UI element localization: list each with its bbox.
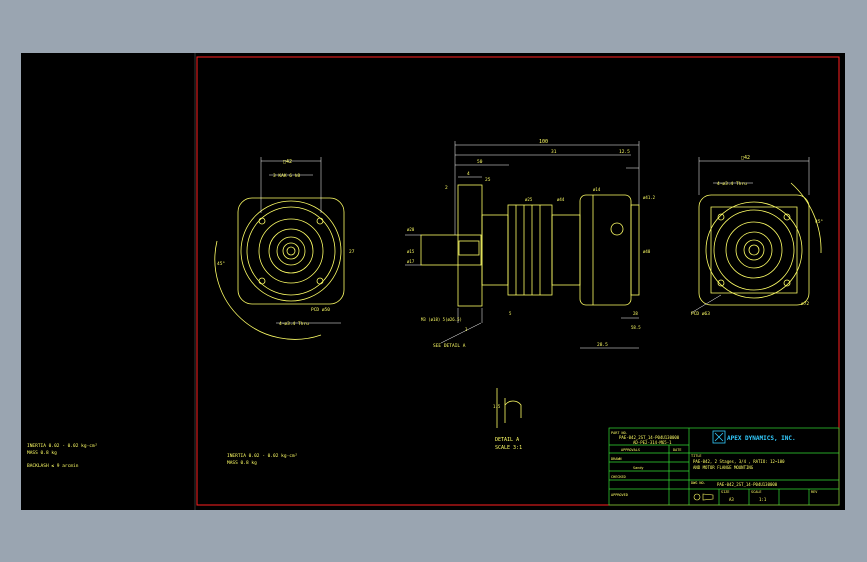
tb-rev-label: REV (811, 490, 818, 494)
side-bottom-dim: 28.5 (597, 342, 608, 348)
left-view-dims (260, 157, 341, 324)
tb-scale: 1:1 (759, 497, 767, 502)
tb-title-1: PAE-042, 2 Stages, 3/4 , RATIO: 12~100 (693, 459, 785, 464)
side-dia-1: ø17 (407, 259, 415, 264)
left-holes: 4-ø3.4 Thru (279, 321, 309, 327)
side-small-3: 58.5 (631, 325, 641, 330)
detail-a (496, 388, 522, 428)
note-left-backlash: BACKLASH ≤ 9 arcmin (27, 463, 79, 469)
tb-approved: APPROVED (611, 493, 628, 497)
left-top-dim: □42 (283, 159, 292, 165)
left-end-view (214, 197, 345, 340)
tb-part-no-2: AD-PE2-314-M65-1 (633, 440, 672, 445)
tb-title-2: AND MOTOR FLANGE MOUNTING (693, 465, 754, 470)
side-dia-4: ø40 (643, 249, 651, 254)
tb-approvals: APPROVALS (621, 448, 640, 452)
note-center-inertia: INERTIA 0.02 - 0.02 kg·cm² (227, 453, 297, 459)
tb-company: APEX DYNAMICS, INC. (727, 435, 796, 442)
side-dia-2: ø20 (407, 227, 415, 232)
tb-dwg-no-label: DWG NO. (691, 481, 706, 485)
left-pcd: PCD ø50 (311, 307, 330, 313)
tb-drawn: DRAWN (611, 457, 622, 461)
tb-dwg-no: PAE-042_2ST_14-P04U130000 (717, 482, 778, 487)
side-dim-4: 25 (485, 177, 491, 183)
tb-drawn-by: Sandy (633, 466, 644, 470)
company-logo-icon (712, 430, 726, 444)
side-small-2: 28 (633, 311, 638, 316)
detail-dim: 1.5 (493, 404, 501, 409)
detail-scale: SCALE 3:1 (495, 445, 522, 451)
tb-title-label: TITLE (691, 454, 702, 458)
side-overall: 100 (539, 139, 548, 145)
right-end-view (698, 182, 822, 306)
tb-size: A3 (729, 497, 734, 502)
left-side-dim: 27 (349, 249, 355, 255)
tb-checked: CHECKED (611, 475, 626, 479)
right-top-dim: □42 (741, 155, 750, 161)
side-view (420, 184, 640, 307)
cad-drawing: □42 3 KAK 6 h8 27 45° PCD ø50 4-ø3.4 Thr… (27, 53, 840, 510)
note-left-mass: MASS 0.8 kg (27, 450, 57, 456)
note-center-mass: MASS 0.8 kg (227, 460, 257, 466)
side-dim-5: 2 (445, 185, 448, 191)
side-small-1: 5 (509, 311, 512, 316)
side-dim-3: 4 (467, 171, 470, 177)
side-dim-1: 12.5 (619, 149, 630, 155)
side-thread: M3 (ø18) 5(ø26.5) (421, 317, 462, 322)
tb-scale-label: SCALE (751, 490, 762, 494)
side-dim-0: 31 (551, 149, 557, 155)
side-dia-6: ø44 (557, 197, 565, 202)
side-dim-2: 50 (477, 159, 483, 165)
projection-symbol-icon (693, 493, 714, 501)
right-pcd: PCD ø63 (691, 311, 710, 317)
side-dia-0: ø15 (407, 249, 415, 254)
side-dia-3: ø25 (525, 197, 533, 202)
side-detail-callout: SEE DETAIL A (433, 343, 466, 349)
detail-label: DETAIL A (495, 437, 519, 443)
left-angle: 45° (217, 261, 225, 267)
right-diameter: ø72 (801, 301, 809, 307)
drawing-canvas[interactable]: □42 3 KAK 6 h8 27 45° PCD ø50 4-ø3.4 Thr… (21, 53, 845, 510)
side-dia-5: ø41.2 (643, 195, 656, 200)
right-holes: 4-ø3.4 Thru (717, 181, 747, 187)
tb-date: DATE (673, 448, 681, 452)
note-left-inertia: INERTIA 0.02 - 0.02 kg·cm² (27, 443, 97, 449)
tb-size-label: SIZE (721, 490, 729, 494)
side-dia-7: ø14 (593, 187, 601, 192)
right-angle: 45° (815, 219, 823, 225)
left-key-dim: 3 KAK 6 h8 (273, 173, 300, 179)
